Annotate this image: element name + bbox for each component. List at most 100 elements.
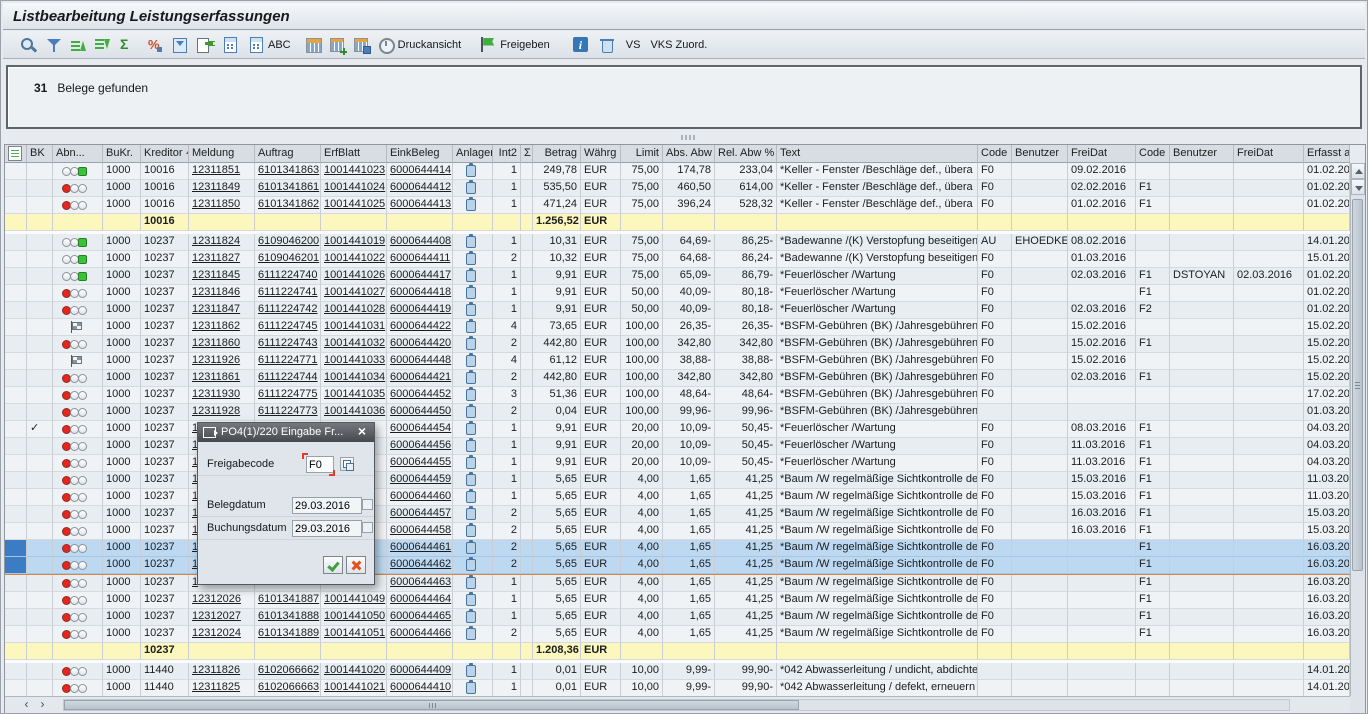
row-select-cell[interactable] bbox=[5, 506, 27, 523]
anlagen-cell[interactable] bbox=[453, 680, 493, 697]
row-select-cell[interactable] bbox=[5, 180, 27, 197]
column-header[interactable]: FreiDat bbox=[1068, 145, 1136, 163]
info-icon[interactable] bbox=[572, 36, 590, 54]
find-icon[interactable] bbox=[19, 36, 37, 54]
release-flag-icon[interactable] bbox=[479, 36, 497, 54]
column-header[interactable]: Σ bbox=[521, 145, 533, 163]
auftrag-link[interactable]: 6111224745 bbox=[255, 319, 321, 336]
meldung-link[interactable]: 12311851 bbox=[189, 163, 255, 180]
meldung-link[interactable]: 12311849 bbox=[189, 180, 255, 197]
row-select-cell[interactable] bbox=[5, 285, 27, 302]
erfblatt-link[interactable]: 1001441020 bbox=[321, 663, 387, 680]
meldung-link[interactable]: 12311928 bbox=[189, 404, 255, 421]
anlagen-cell[interactable] bbox=[453, 472, 493, 489]
close-icon[interactable] bbox=[355, 422, 369, 443]
auftrag-link[interactable]: 6101341887 bbox=[255, 592, 321, 609]
row-select-cell[interactable] bbox=[5, 680, 27, 697]
einkbeleg-link[interactable]: 6000644411 bbox=[387, 251, 453, 268]
table-row[interactable]: 1000102371231202461013418891001441051600… bbox=[5, 626, 1350, 643]
anlagen-cell[interactable] bbox=[453, 609, 493, 626]
trash-icon[interactable] bbox=[598, 36, 616, 54]
meldung-link[interactable]: 12311847 bbox=[189, 302, 255, 319]
table-row[interactable]: 1000100161231185161013418631001441023600… bbox=[5, 163, 1350, 180]
auftrag-link[interactable]: 6111224744 bbox=[255, 370, 321, 387]
erfblatt-link[interactable]: 1001441032 bbox=[321, 336, 387, 353]
auftrag-link[interactable]: 6101341888 bbox=[255, 609, 321, 626]
row-select-cell[interactable] bbox=[5, 336, 27, 353]
erfblatt-link[interactable]: 1001441023 bbox=[321, 163, 387, 180]
auftrag-link[interactable]: 6111224773 bbox=[255, 404, 321, 421]
anlagen-cell[interactable] bbox=[453, 557, 493, 574]
anlagen-cell[interactable] bbox=[453, 489, 493, 506]
einkbeleg-link[interactable]: 6000644458 bbox=[387, 523, 453, 540]
anlagen-cell[interactable] bbox=[453, 455, 493, 472]
erfblatt-link[interactable]: 1001441027 bbox=[321, 285, 387, 302]
einkbeleg-link[interactable]: 6000644421 bbox=[387, 370, 453, 387]
auftrag-link[interactable]: 6101341861 bbox=[255, 180, 321, 197]
einkbeleg-link[interactable]: 6000644455 bbox=[387, 455, 453, 472]
row-select-cell[interactable] bbox=[5, 575, 27, 592]
calculator-abc-icon[interactable] bbox=[247, 36, 265, 54]
table-row[interactable]: 1000102371231192661112247711001441033600… bbox=[5, 353, 1350, 370]
table-row[interactable]: 1000102371231186261112247451001441031600… bbox=[5, 319, 1350, 336]
auftrag-link[interactable]: 6111224740 bbox=[255, 268, 321, 285]
subtotal-row[interactable]: 102371.208,36EUR bbox=[5, 643, 1350, 660]
auftrag-link[interactable]: 6102066662 bbox=[255, 663, 321, 680]
meldung-link[interactable]: 12312024 bbox=[189, 626, 255, 643]
row-select-cell[interactable] bbox=[5, 387, 27, 404]
column-header[interactable]: Kreditor bbox=[141, 145, 189, 163]
column-header[interactable]: Anlagen bbox=[453, 145, 493, 163]
table-row[interactable]: 1000102371231182761090462011001441022600… bbox=[5, 251, 1350, 268]
row-select-cell[interactable] bbox=[5, 268, 27, 285]
auftrag-link[interactable]: 6111224741 bbox=[255, 285, 321, 302]
horizontal-scroll-thumb[interactable] bbox=[64, 700, 799, 710]
column-header[interactable]: ErfBlatt bbox=[321, 145, 387, 163]
einkbeleg-link[interactable]: 6000644412 bbox=[387, 180, 453, 197]
column-header[interactable]: Erfasst a bbox=[1304, 145, 1350, 163]
column-header[interactable]: Limit bbox=[621, 145, 663, 163]
erfblatt-link[interactable]: 1001441033 bbox=[321, 353, 387, 370]
column-header[interactable]: Währg bbox=[581, 145, 621, 163]
column-header[interactable]: Benutzer bbox=[1170, 145, 1234, 163]
table-row[interactable]: 1000102371231202761013418881001441050600… bbox=[5, 609, 1350, 626]
sort-ascending-icon[interactable] bbox=[69, 36, 87, 54]
einkbeleg-link[interactable]: 6000644418 bbox=[387, 285, 453, 302]
einkbeleg-link[interactable]: 6000644409 bbox=[387, 663, 453, 680]
table-row[interactable]: 1000102371231186161112247441001441034600… bbox=[5, 370, 1350, 387]
column-header[interactable] bbox=[5, 145, 27, 163]
layout-grid-icon[interactable] bbox=[305, 36, 323, 54]
anlagen-cell[interactable] bbox=[453, 663, 493, 680]
auftrag-link[interactable]: 6101341889 bbox=[255, 626, 321, 643]
cancel-x-button[interactable] bbox=[346, 556, 366, 574]
belegdatum-checkbox[interactable] bbox=[362, 499, 373, 510]
row-select-cell[interactable] bbox=[5, 626, 27, 643]
meldung-link[interactable]: 12312027 bbox=[189, 609, 255, 626]
column-header[interactable]: Auftrag bbox=[255, 145, 321, 163]
column-header[interactable]: EinkBeleg bbox=[387, 145, 453, 163]
erfblatt-link[interactable]: 1001441036 bbox=[321, 404, 387, 421]
meldung-link[interactable]: 12311861 bbox=[189, 370, 255, 387]
table-row[interactable]: 1000102371231202661013418871001441049600… bbox=[5, 592, 1350, 609]
meldung-link[interactable]: 12311860 bbox=[189, 336, 255, 353]
anlagen-cell[interactable] bbox=[453, 592, 493, 609]
change-layout-icon[interactable] bbox=[329, 36, 347, 54]
row-select-cell[interactable] bbox=[5, 523, 27, 540]
row-select-cell[interactable] bbox=[5, 319, 27, 336]
column-header[interactable]: Meldung bbox=[189, 145, 255, 163]
sort-descending-icon[interactable] bbox=[93, 36, 111, 54]
erfblatt-link[interactable]: 1001441050 bbox=[321, 609, 387, 626]
einkbeleg-link[interactable]: 6000644448 bbox=[387, 353, 453, 370]
row-select-cell[interactable] bbox=[5, 163, 27, 180]
auftrag-link[interactable]: 6111224775 bbox=[255, 387, 321, 404]
table-row[interactable]: 1000102371231193061112247751001441035600… bbox=[5, 387, 1350, 404]
row-select-cell[interactable] bbox=[5, 234, 27, 251]
erfblatt-link[interactable]: 1001441026 bbox=[321, 268, 387, 285]
erfblatt-link[interactable]: 1001441021 bbox=[321, 680, 387, 697]
row-select-cell[interactable] bbox=[5, 609, 27, 626]
table-row[interactable]: 1000102371231182461090462001001441019600… bbox=[5, 234, 1350, 251]
auftrag-link[interactable]: 6111224742 bbox=[255, 302, 321, 319]
row-select-cell[interactable] bbox=[5, 592, 27, 609]
row-select-cell[interactable] bbox=[5, 455, 27, 472]
erfblatt-link[interactable]: 1001441031 bbox=[321, 319, 387, 336]
buchungsdatum-input[interactable] bbox=[292, 520, 362, 537]
